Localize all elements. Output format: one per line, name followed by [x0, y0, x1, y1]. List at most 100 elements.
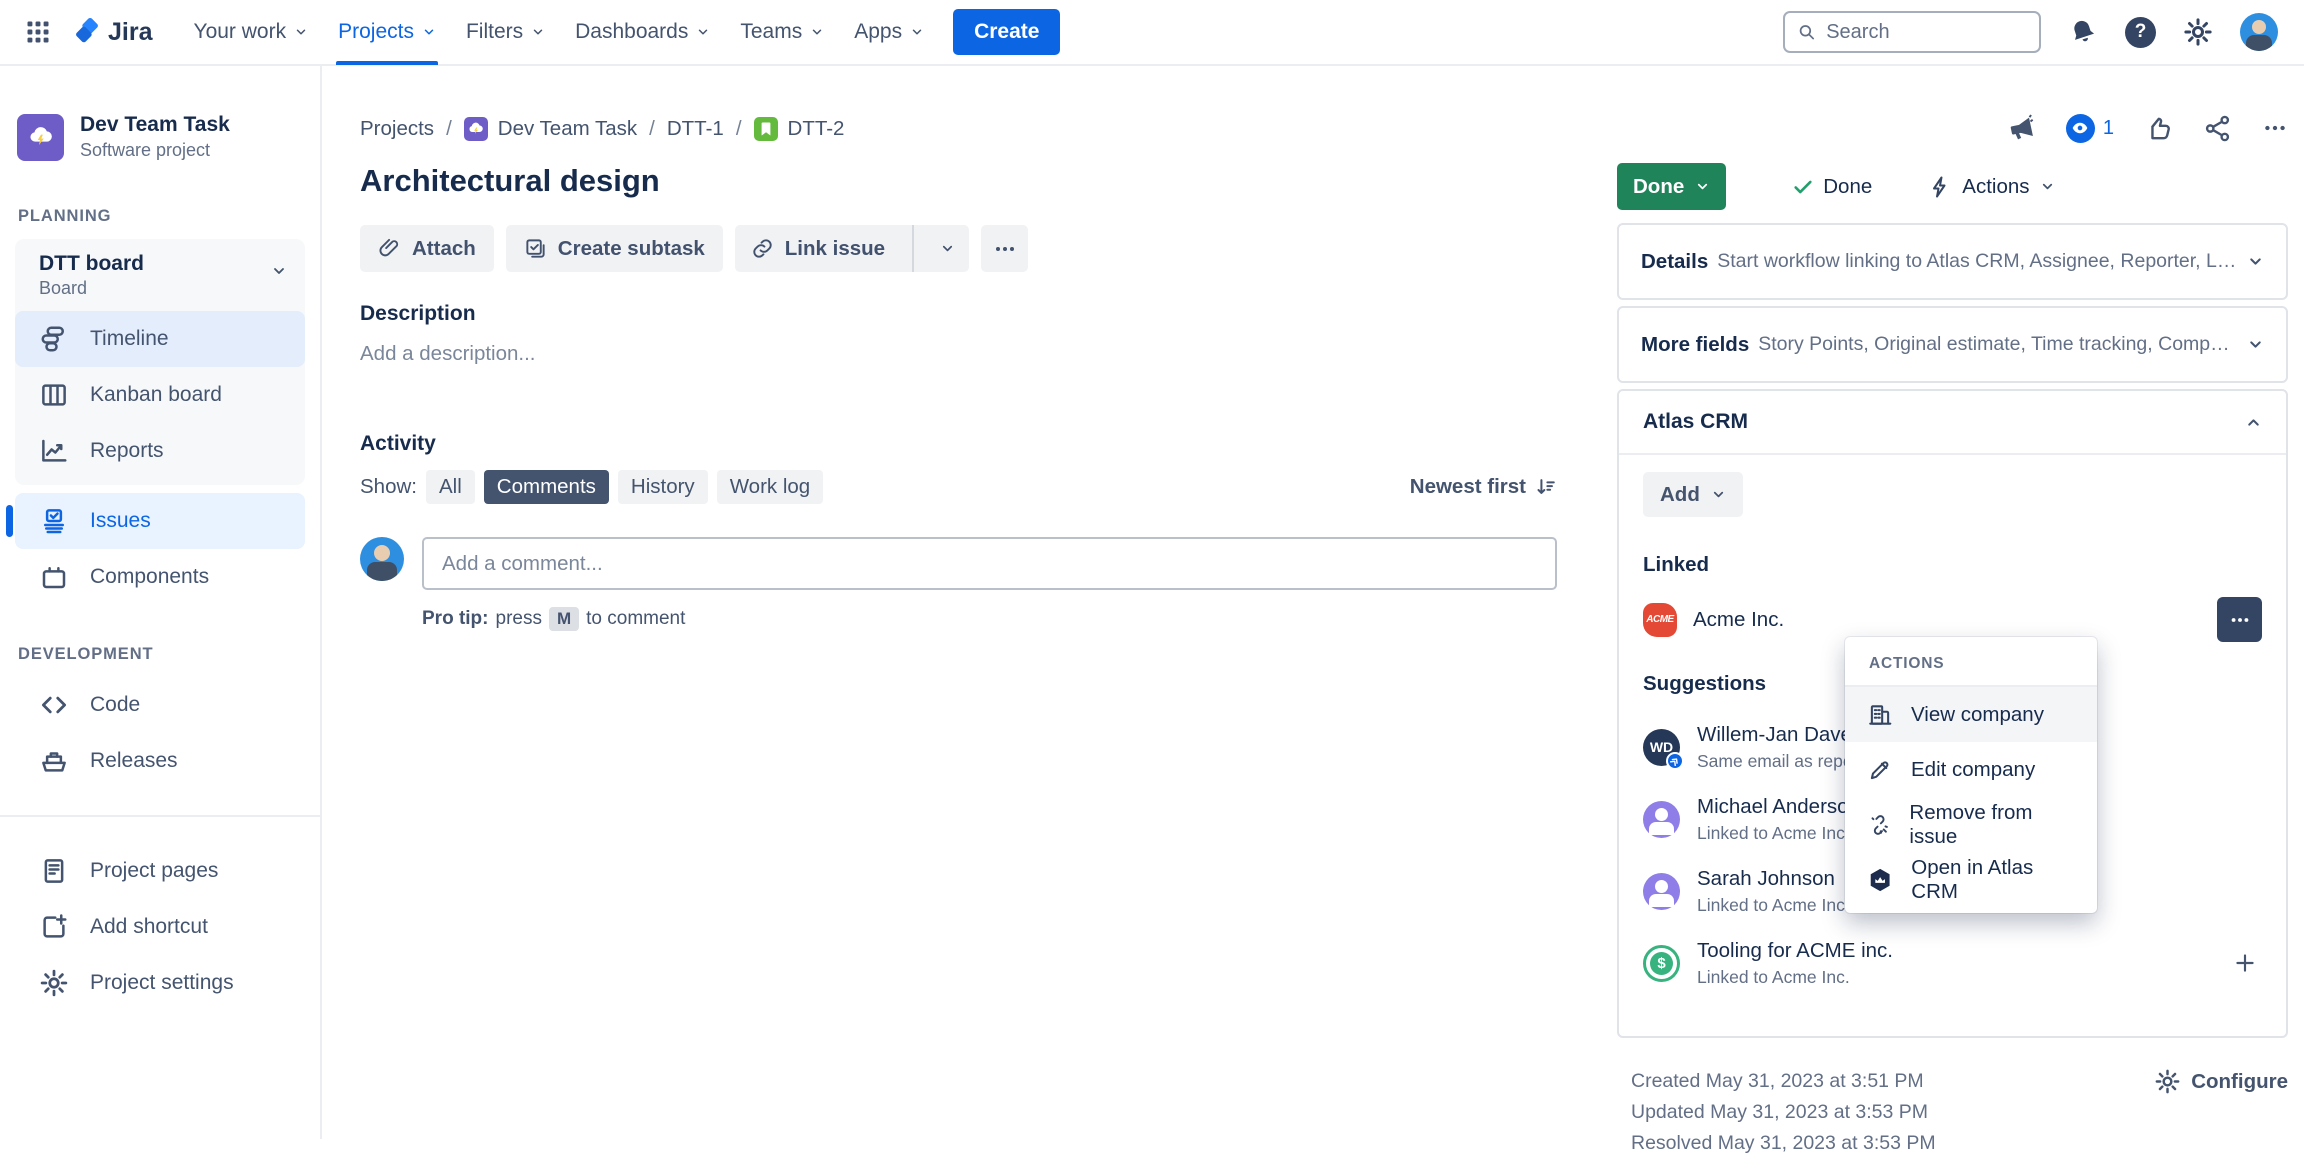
filter-history[interactable]: History	[618, 470, 708, 504]
breadcrumb-parent-issue[interactable]: DTT-1	[667, 117, 724, 141]
help-icon[interactable]: ?	[2125, 17, 2156, 48]
watchers-control[interactable]: 1	[2066, 114, 2114, 143]
breadcrumb-project[interactable]: Dev Team Task	[464, 117, 637, 141]
menu-item-view-company[interactable]: View company	[1845, 687, 2097, 742]
description-placeholder[interactable]: Add a description...	[360, 342, 1557, 366]
filter-comments[interactable]: Comments	[484, 470, 609, 504]
linked-label: Linked	[1643, 553, 2262, 577]
timeline-icon	[39, 324, 69, 354]
person-avatar-icon	[1643, 873, 1680, 910]
attach-button[interactable]: Attach	[360, 225, 494, 272]
search-input[interactable]	[1826, 21, 2027, 44]
nav-your-work[interactable]: Your work	[178, 0, 323, 65]
sidebar-item-project-settings[interactable]: Project settings	[15, 955, 305, 1011]
resolution-indicator: Done	[1792, 175, 1872, 199]
chevron-up-icon	[2245, 414, 2262, 431]
status-dropdown[interactable]: Done	[1617, 163, 1726, 210]
nav-projects[interactable]: Projects	[323, 0, 451, 65]
comment-composer	[360, 537, 1557, 590]
more-options-icon[interactable]	[2262, 115, 2288, 141]
nav-dashboards[interactable]: Dashboards	[560, 0, 725, 65]
details-accordion[interactable]: Details Start workflow linking to Atlas …	[1619, 225, 2286, 298]
crm-add-dropdown[interactable]: Add	[1643, 472, 1743, 517]
configure-button[interactable]: Configure	[2154, 1068, 2288, 1095]
person-avatar-icon	[1643, 801, 1680, 838]
chevron-down-icon	[940, 241, 955, 256]
company-actions-menu: ACTIONS View company Edit company Remove…	[1845, 637, 2097, 913]
sidebar-item-code[interactable]: Code	[15, 677, 305, 733]
app-switcher-icon[interactable]	[24, 18, 52, 46]
link-issue-button[interactable]: Link issue	[735, 225, 901, 272]
link-issue-dropdown[interactable]	[925, 225, 969, 272]
chevron-down-icon	[810, 25, 824, 39]
menu-item-open-in-atlas-crm[interactable]: Open in Atlas CRM	[1845, 852, 2097, 907]
project-type: Software project	[80, 140, 230, 161]
create-button[interactable]: Create	[953, 9, 1060, 55]
chevron-down-icon	[294, 25, 308, 39]
issue-title[interactable]: Architectural design	[360, 163, 1557, 199]
subtask-icon	[524, 237, 547, 260]
atlas-crm-icon	[1867, 866, 1893, 894]
nav-filters[interactable]: Filters	[451, 0, 560, 65]
breadcrumb-current-issue[interactable]: DTT-2	[754, 117, 845, 141]
sidebar-item-timeline[interactable]: Timeline	[15, 311, 305, 367]
filter-worklog[interactable]: Work log	[717, 470, 824, 504]
filter-all[interactable]: All	[426, 470, 475, 504]
description-label: Description	[360, 302, 1557, 326]
ellipsis-icon	[993, 237, 1017, 261]
comment-input[interactable]	[422, 537, 1557, 590]
suggestion-row[interactable]: $ Tooling for ACME inc. Linked to Acme I…	[1643, 934, 2262, 992]
development-section-label: DEVELOPMENT	[0, 645, 320, 664]
sort-order-button[interactable]: Newest first	[1410, 475, 1557, 499]
notifications-icon[interactable]	[2068, 17, 2098, 47]
breadcrumb-projects[interactable]: Projects	[360, 117, 434, 141]
sidebar-item-kanban-board[interactable]: Kanban board	[15, 367, 305, 423]
sidebar-item-issues[interactable]: Issues	[15, 493, 305, 549]
issues-icon	[39, 506, 69, 536]
menu-item-remove-from-issue[interactable]: Remove from issue	[1845, 797, 2097, 852]
watching-eye-icon	[2066, 114, 2095, 143]
create-subtask-button[interactable]: Create subtask	[506, 225, 723, 272]
sidebar-item-project-pages[interactable]: Project pages	[15, 843, 305, 899]
broken-link-icon	[1867, 812, 1891, 838]
sidebar-item-releases[interactable]: Releases	[15, 733, 305, 789]
atlas-crm-accordion[interactable]: Atlas CRM	[1619, 391, 2286, 453]
linked-company-more-button[interactable]	[2217, 597, 2262, 642]
chevron-down-icon	[696, 25, 710, 39]
actions-dropdown[interactable]: Actions	[1928, 175, 2054, 199]
jira-logo-text: Jira	[108, 18, 152, 47]
chevron-down-icon	[2247, 253, 2264, 270]
chevron-down-icon	[1711, 487, 1726, 502]
chevron-down-icon	[271, 263, 287, 279]
share-icon[interactable]	[2203, 114, 2232, 143]
feedback-megaphone-icon[interactable]	[2006, 113, 2036, 143]
more-fields-accordion[interactable]: More fields Story Points, Original estim…	[1619, 308, 2286, 381]
sidebar-item-add-shortcut[interactable]: Add shortcut	[15, 899, 305, 955]
jira-logo[interactable]: Jira	[72, 17, 152, 47]
nav-apps[interactable]: Apps	[839, 0, 939, 65]
like-thumbs-up-icon[interactable]	[2144, 114, 2173, 143]
board-switcher[interactable]: DTT board Board	[15, 239, 305, 311]
sidebar-item-reports[interactable]: Reports	[15, 423, 305, 479]
project-header[interactable]: Dev Team Task Software project	[0, 113, 320, 161]
sidebar-item-components[interactable]: Components	[15, 549, 305, 605]
user-avatar[interactable]	[2240, 13, 2278, 51]
linked-company-row[interactable]: ACME Acme Inc.	[1643, 597, 2262, 642]
add-shortcut-icon	[39, 912, 69, 942]
link-suggestion-button[interactable]	[2228, 946, 2262, 980]
activity-label: Activity	[360, 432, 1557, 456]
pages-icon	[39, 856, 69, 886]
menu-item-edit-company[interactable]: Edit company	[1845, 742, 2097, 797]
gear-icon	[39, 968, 69, 998]
more-actions-button[interactable]	[981, 225, 1028, 272]
actions-menu-header: ACTIONS	[1845, 637, 2097, 685]
plus-icon	[2232, 950, 2258, 976]
chevron-down-icon	[531, 25, 545, 39]
nav-teams[interactable]: Teams	[725, 0, 839, 65]
pencil-icon	[1867, 757, 1893, 783]
chevron-down-icon	[422, 25, 436, 39]
sidebar-divider	[0, 815, 320, 817]
settings-gear-icon[interactable]	[2183, 17, 2213, 47]
search-box[interactable]	[1783, 11, 2041, 53]
releases-ship-icon	[39, 746, 69, 776]
